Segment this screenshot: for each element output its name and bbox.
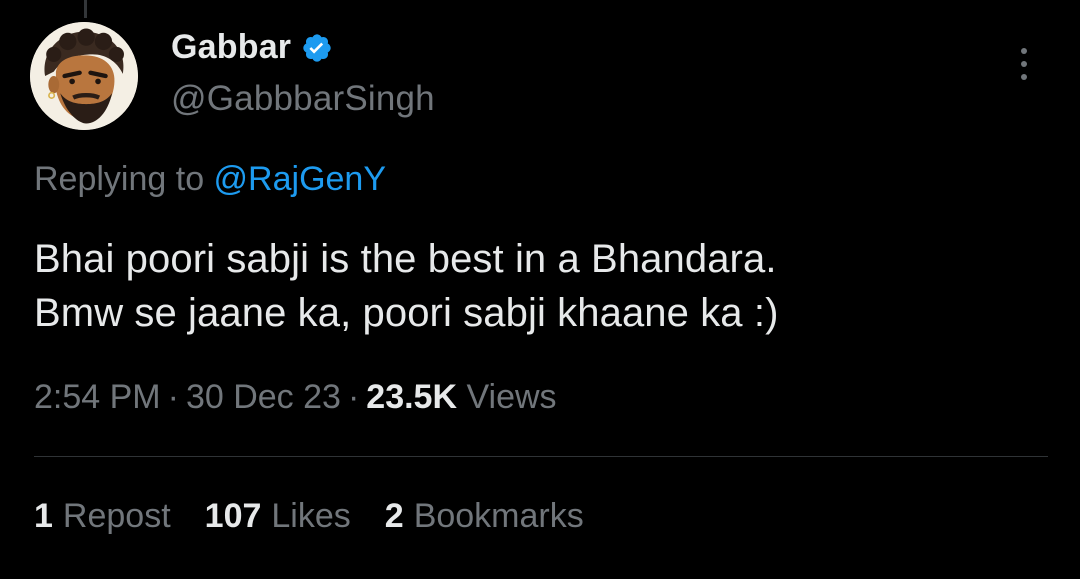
tweet-date[interactable]: 30 Dec 23 — [186, 378, 341, 416]
meta-separator: · — [347, 378, 360, 416]
bookmarks-stat[interactable]: 2 Bookmarks — [385, 497, 584, 536]
tweet-text: Bhai poori sabji is the best in a Bhanda… — [34, 232, 1044, 340]
verified-badge-icon — [301, 32, 333, 64]
likes-count: 107 — [204, 497, 262, 535]
tweet-meta: 2:54 PM · 30 Dec 23 · 23.5K Views — [34, 378, 557, 417]
divider — [34, 456, 1048, 457]
author-handle[interactable]: @GabbbarSingh — [171, 79, 435, 119]
views-count: 23.5K — [366, 378, 458, 416]
reply-mention-link[interactable]: @RajGenY — [214, 160, 386, 198]
tweet-time[interactable]: 2:54 PM — [34, 378, 161, 416]
tweet-text-line: Bhai poori sabji is the best in a Bhanda… — [34, 237, 777, 281]
thread-connector-line — [84, 0, 87, 18]
bookmarks-count: 2 — [384, 497, 404, 535]
likes-stat[interactable]: 107 Likes — [205, 497, 351, 536]
engagement-stats: 1 Repost 107 Likes 2 Bookmarks — [34, 497, 584, 536]
more-options-icon[interactable] — [1016, 48, 1032, 86]
reposts-label: Repost — [62, 497, 171, 535]
tweet-text-line: Bmw se jaane ka, poori sabji khaane ka :… — [34, 291, 779, 335]
reposts-stat[interactable]: 1 Repost — [34, 497, 171, 536]
avatar-illustration — [30, 22, 138, 130]
display-name[interactable]: Gabbar — [171, 28, 291, 67]
author-name-row: Gabbar — [171, 28, 333, 67]
meta-separator: · — [167, 378, 179, 416]
replying-to-label: Replying to — [34, 160, 214, 198]
reposts-count: 1 — [34, 497, 53, 535]
bookmarks-label: Bookmarks — [413, 497, 584, 535]
views-label: Views — [466, 378, 557, 416]
replying-to-line: Replying to @RajGenY — [34, 160, 386, 199]
avatar[interactable] — [30, 22, 138, 130]
likes-label: Likes — [271, 497, 351, 535]
